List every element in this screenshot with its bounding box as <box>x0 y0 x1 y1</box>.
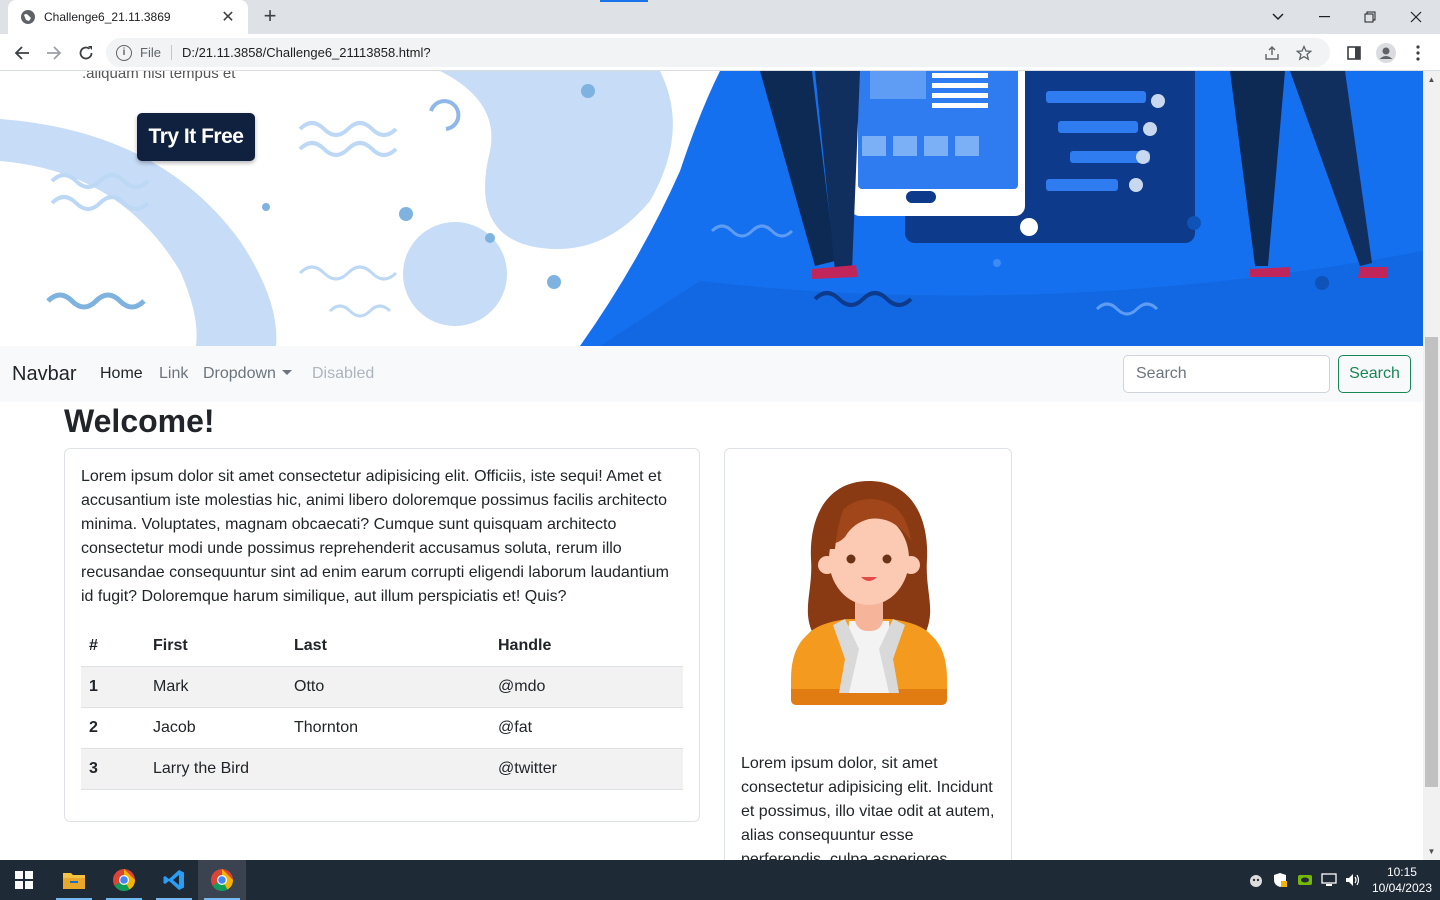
vscode-icon[interactable] <box>150 860 198 900</box>
hero-banner: .aliquam nisi tempus et Try It Free <box>0 71 1423 346</box>
arrow-left-icon <box>14 46 29 60</box>
woman-avatar-image <box>791 481 947 705</box>
card-paragraph: Lorem ipsum dolor sit amet consectetur a… <box>81 468 669 605</box>
page-viewport: .aliquam nisi tempus et Try It Free Navb… <box>0 71 1423 860</box>
back-button[interactable] <box>8 39 36 67</box>
navbar: Navbar Home Link Dropdown Disabled Searc… <box>0 346 1423 402</box>
table-cell: 1 <box>81 666 145 708</box>
table-row: 2 Jacob Thornton @fat <box>81 707 683 749</box>
try-it-free-button[interactable]: Try It Free <box>137 113 255 161</box>
table-cell: 3 <box>81 748 145 790</box>
page-title: Welcome! <box>64 403 215 439</box>
table-cell: Jacob <box>145 707 286 749</box>
table-cell: @twitter <box>490 748 683 790</box>
table-cell <box>286 748 490 790</box>
arrow-right-icon <box>47 46 62 60</box>
file-explorer-icon[interactable] <box>50 860 98 900</box>
start-button[interactable] <box>0 860 48 900</box>
table-cell: Otto <box>286 666 490 708</box>
table-cell: Thornton <box>286 707 490 749</box>
nav-link-home[interactable]: Home <box>100 365 143 383</box>
column-header: Handle <box>490 626 683 667</box>
share-icon[interactable] <box>1264 38 1280 67</box>
nvidia-icon[interactable] <box>1297 860 1313 900</box>
close-window-button[interactable] <box>1393 0 1439 34</box>
scroll-up-icon[interactable]: ▲ <box>1423 71 1440 88</box>
forward-button[interactable] <box>40 39 68 67</box>
column-header: # <box>81 626 145 667</box>
bookmark-star-icon[interactable] <box>1296 38 1312 67</box>
globe-icon <box>21 10 35 24</box>
network-icon[interactable] <box>1320 860 1338 900</box>
new-tab-button[interactable]: + <box>258 5 282 29</box>
scheme-label: File <box>140 45 172 60</box>
chrome-active-icon[interactable] <box>198 860 246 900</box>
scrollbar-thumb[interactable] <box>1425 337 1438 787</box>
navbar-brand[interactable]: Navbar <box>12 363 76 386</box>
restore-button[interactable] <box>1347 0 1393 34</box>
table-cell: @mdo <box>490 666 683 708</box>
column-header: Last <box>286 626 490 667</box>
browser-tab[interactable]: Challenge6_21.11.3869 ✕ <box>8 0 248 34</box>
column-header: First <box>145 626 286 667</box>
tab-drag-indicator <box>600 0 648 2</box>
kebab-menu-icon[interactable] <box>1404 39 1432 67</box>
profile-avatar-icon[interactable] <box>1372 39 1400 67</box>
profile-card-text: Lorem ipsum dolor, sit amet consectetur … <box>741 755 995 860</box>
table-cell: Mark <box>145 666 286 708</box>
tab-search-icon[interactable] <box>1255 0 1301 34</box>
table-row: 1 Mark Otto @mdo <box>81 666 683 708</box>
reload-button[interactable] <box>72 39 100 67</box>
url-text[interactable]: D:/21.11.3858/Challenge6_21113858.html? <box>182 45 431 60</box>
system-clock[interactable]: 10:15 10/04/2023 <box>1372 864 1432 896</box>
address-bar[interactable]: i File D:/21.11.3858/Challenge6_21113858… <box>106 38 1330 67</box>
main-card: Lorem ipsum dolor sit amet consectetur a… <box>64 448 700 822</box>
reload-icon <box>79 46 93 60</box>
minimize-button[interactable] <box>1301 0 1347 34</box>
search-input[interactable] <box>1123 355 1330 393</box>
nav-link-link[interactable]: Link <box>159 365 188 383</box>
clock-time: 10:15 <box>1386 865 1417 879</box>
table-row: 3 Larry the Bird @twitter <box>81 748 683 790</box>
scroll-down-icon[interactable]: ▼ <box>1423 843 1440 860</box>
table-cell: 2 <box>81 707 145 749</box>
hero-caption: .aliquam nisi tempus et <box>82 71 236 82</box>
nav-link-disabled: Disabled <box>312 365 375 382</box>
page-scrollbar[interactable]: ▲ ▼ <box>1423 71 1440 860</box>
browser-toolbar: i File D:/21.11.3858/Challenge6_21113858… <box>0 34 1440 71</box>
security-shield-icon[interactable] <box>1272 860 1288 900</box>
windows-logo-icon <box>15 871 33 889</box>
table-cell: @fat <box>490 707 683 749</box>
chrome-icon[interactable] <box>100 860 148 900</box>
windows-taskbar: 10:15 10/04/2023 <box>0 860 1440 900</box>
nav-dropdown-label: Dropdown <box>203 365 276 382</box>
volume-icon[interactable] <box>1344 860 1362 900</box>
tray-app-icon[interactable] <box>1248 860 1264 900</box>
nav-dropdown-toggle[interactable]: Dropdown <box>203 365 292 383</box>
caret-down-icon <box>281 370 292 375</box>
clock-date: 10/04/2023 <box>1371 881 1432 895</box>
profile-card: Lorem ipsum dolor, sit amet consectetur … <box>724 448 1012 860</box>
browser-tabstrip: Challenge6_21.11.3869 ✕ + <box>0 0 1440 34</box>
table-header-row: # First Last Handle <box>81 626 683 667</box>
close-tab-icon[interactable]: ✕ <box>218 7 238 27</box>
info-icon[interactable]: i <box>116 44 132 61</box>
users-table: # First Last Handle 1 Mark Otto @mdo 2 J… <box>81 626 683 790</box>
search-button[interactable]: Search <box>1338 355 1411 393</box>
table-cell: Larry the Bird <box>145 748 286 790</box>
side-panel-icon[interactable] <box>1340 39 1368 67</box>
tab-title: Challenge6_21.11.3869 <box>44 10 171 24</box>
